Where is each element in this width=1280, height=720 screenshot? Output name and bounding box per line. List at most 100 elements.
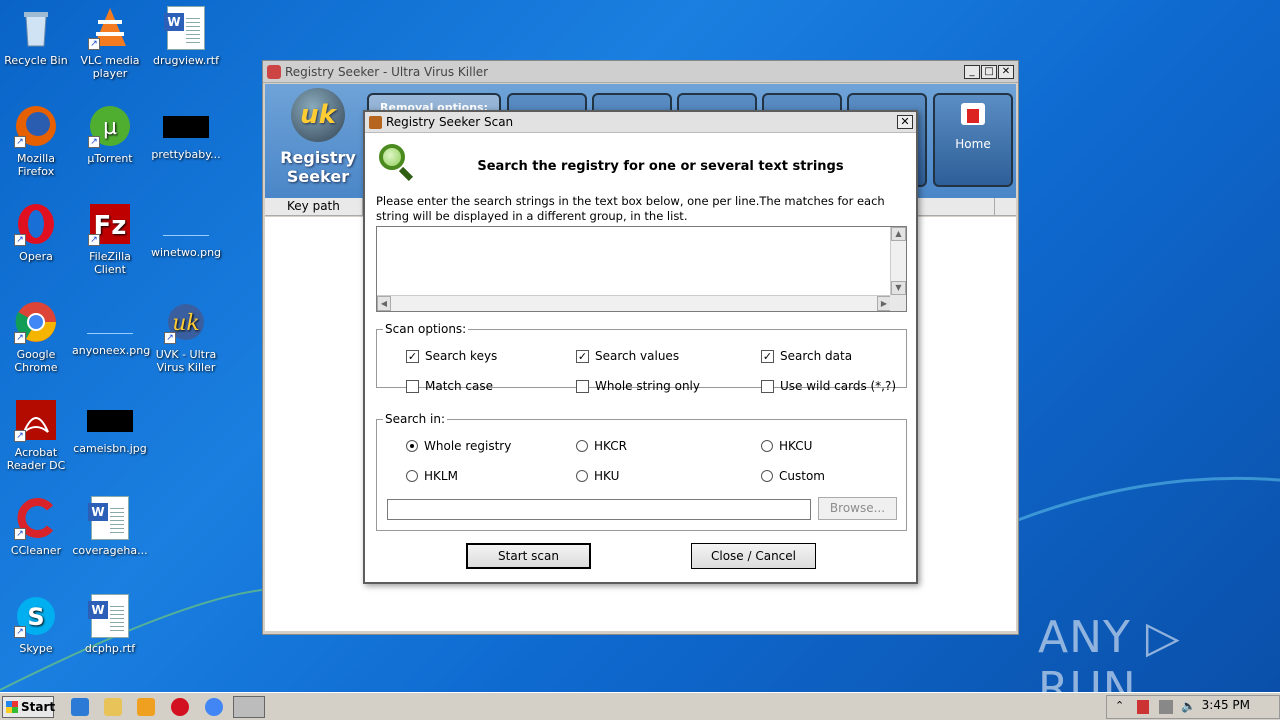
desktop-icon-drugview[interactable]: W drugview.rtf [148,6,224,67]
uvk-app-icon [267,64,281,79]
search-in-group: Search in: Whole registry HKCR HKCU HKLM… [376,412,907,531]
scroll-left-arrow-icon[interactable]: ◀ [377,296,391,311]
dialog-app-icon [369,115,382,129]
media-player-icon[interactable] [137,698,155,716]
checkbox-checked-icon[interactable]: ✓ [406,349,419,363]
clock[interactable]: 3:45 PM [1202,698,1250,712]
svg-text:uk: uk [172,311,200,336]
tray-expand-icon[interactable]: ⌃ [1115,699,1124,712]
image-thumbnail-icon [163,116,209,138]
desktop-icon-ccleaner[interactable]: ↗ CCleaner [0,496,74,557]
dialog-titlebar[interactable]: Registry Seeker Scan ✕ [365,112,916,133]
desktop-icon-winetwo[interactable]: winetwo.png [148,202,224,259]
desktop-icon-cameisbn[interactable]: cameisbn.jpg [72,398,148,455]
shortcut-arrow-icon: ↗ [14,626,26,638]
shortcut-arrow-icon: ↗ [88,136,100,148]
desktop-icon-vlc[interactable]: ↗ VLC media player [72,6,148,80]
home-label: Home [955,137,991,151]
search-strings-textarea[interactable]: ▲ ▼ ◀ ▶ [376,226,907,312]
word-document-icon: W [164,6,208,50]
image-thumbnail-icon [87,312,133,334]
search-data-checkbox[interactable]: ✓ Search data [761,349,852,363]
scroll-up-arrow-icon[interactable]: ▲ [891,227,906,241]
vertical-scrollbar[interactable]: ▲ ▼ [890,227,906,295]
start-scan-button[interactable]: Start scan [466,543,591,569]
desktop-icon-filezilla[interactable]: Fz ↗ FileZilla Client [72,202,148,276]
desktop-icon-uvk[interactable]: uk ↗ UVK - Ultra Virus Killer [148,300,224,374]
chrome-icon: ↗ [14,300,58,344]
shortcut-arrow-icon: ↗ [14,528,26,540]
dialog-headline: Search the registry for one or several t… [477,159,844,174]
desktop-icon-acrobat[interactable]: ↗ Acrobat Reader DC [0,398,74,472]
desktop-icon-firefox[interactable]: ↗ Mozilla Firefox [0,104,74,178]
network-icon[interactable] [1159,700,1173,714]
uvk-logo-icon: uk [291,88,345,142]
shortcut-arrow-icon: ↗ [164,332,176,344]
desktop-icon-dcphp[interactable]: W dcphp.rtf [72,594,148,655]
desktop-icon-recycle-bin[interactable]: Recycle Bin [0,6,74,67]
desktop-icon-utorrent[interactable]: µ ↗ µTorrent [72,104,148,165]
scan-options-legend: Scan options: [385,322,467,336]
search-keys-checkbox[interactable]: ✓ Search keys [406,349,497,363]
scan-options-group: Scan options: ✓ Search keys ✓ Search value… [376,322,907,393]
radio-selected-icon[interactable] [406,440,418,452]
custom-path-input[interactable] [387,499,811,520]
browse-button[interactable]: Browse... [818,497,897,520]
radio-custom[interactable]: Custom [761,469,825,483]
desktop-icon-skype[interactable]: S ↗ Skype [0,594,74,655]
scroll-down-arrow-icon[interactable]: ▼ [891,281,906,295]
opera-taskbar-icon[interactable] [171,698,189,716]
dialog-close-button[interactable]: ✕ [897,115,913,129]
radio-hku[interactable]: HKU [576,469,619,483]
radio-empty-icon[interactable] [406,470,418,482]
checkbox-empty-icon[interactable] [761,379,774,393]
close-button[interactable]: ✕ [998,64,1014,79]
ie-icon[interactable] [71,698,89,716]
close-cancel-button[interactable]: Close / Cancel [691,543,816,569]
minimize-button[interactable]: _ [964,64,980,79]
uvk-taskbar-button[interactable] [233,696,265,718]
checkbox-empty-icon[interactable] [576,379,589,393]
radio-empty-icon[interactable] [576,470,588,482]
volume-icon[interactable]: 🔈 [1181,699,1196,713]
main-window-titlebar[interactable]: Registry Seeker - Ultra Virus Killer _ □… [263,61,1018,83]
scroll-right-arrow-icon[interactable]: ▶ [877,296,891,311]
utorrent-icon: µ ↗ [88,104,132,148]
radio-empty-icon[interactable] [761,440,773,452]
checkbox-checked-icon[interactable]: ✓ [761,349,774,363]
checkbox-empty-icon[interactable] [406,379,419,393]
column-key-path[interactable]: Key path [265,198,363,215]
maximize-button[interactable]: □ [981,64,997,79]
whole-string-checkbox[interactable]: Whole string only [576,379,700,393]
shortcut-arrow-icon: ↗ [14,332,26,344]
radio-hklm[interactable]: HKLM [406,469,458,483]
horizontal-scrollbar[interactable]: ◀ ▶ [377,295,891,311]
desktop-icon-prettybaby[interactable]: prettybaby... [148,104,224,161]
start-button[interactable]: Start [2,696,55,718]
search-values-checkbox[interactable]: ✓ Search values [576,349,679,363]
desktop-icon-opera[interactable]: ↗ Opera [0,202,74,263]
word-document-icon: W [88,594,132,638]
checkbox-checked-icon[interactable]: ✓ [576,349,589,363]
image-thumbnail-icon [163,214,209,236]
desktop-icon-anyoneex[interactable]: anyoneex.png [72,300,150,357]
radio-whole-registry[interactable]: Whole registry [406,439,511,453]
filezilla-icon: Fz ↗ [88,202,132,246]
match-case-checkbox[interactable]: Match case [406,379,493,393]
radio-hkcu[interactable]: HKCU [761,439,812,453]
radio-hkcr[interactable]: HKCR [576,439,627,453]
home-button[interactable]: Home [933,93,1013,187]
desktop-icon-coverageha[interactable]: W coverageha... [72,496,148,557]
desktop-icon-chrome[interactable]: ↗ Google Chrome [0,300,74,374]
shortcut-arrow-icon: ↗ [88,234,100,246]
dialog-instructions: Please enter the search strings in the t… [376,194,885,223]
radio-empty-icon[interactable] [761,470,773,482]
action-center-flag-icon[interactable] [1137,700,1149,714]
chrome-taskbar-icon[interactable] [205,698,223,716]
wild-cards-checkbox[interactable]: Use wild cards (*,?) [761,379,896,393]
skype-icon: S ↗ [14,594,58,638]
explorer-folder-icon[interactable] [104,698,122,716]
search-in-legend: Search in: [385,412,446,426]
radio-empty-icon[interactable] [576,440,588,452]
taskbar: Start ⌃ 🔈 3:45 PM [0,692,1280,720]
